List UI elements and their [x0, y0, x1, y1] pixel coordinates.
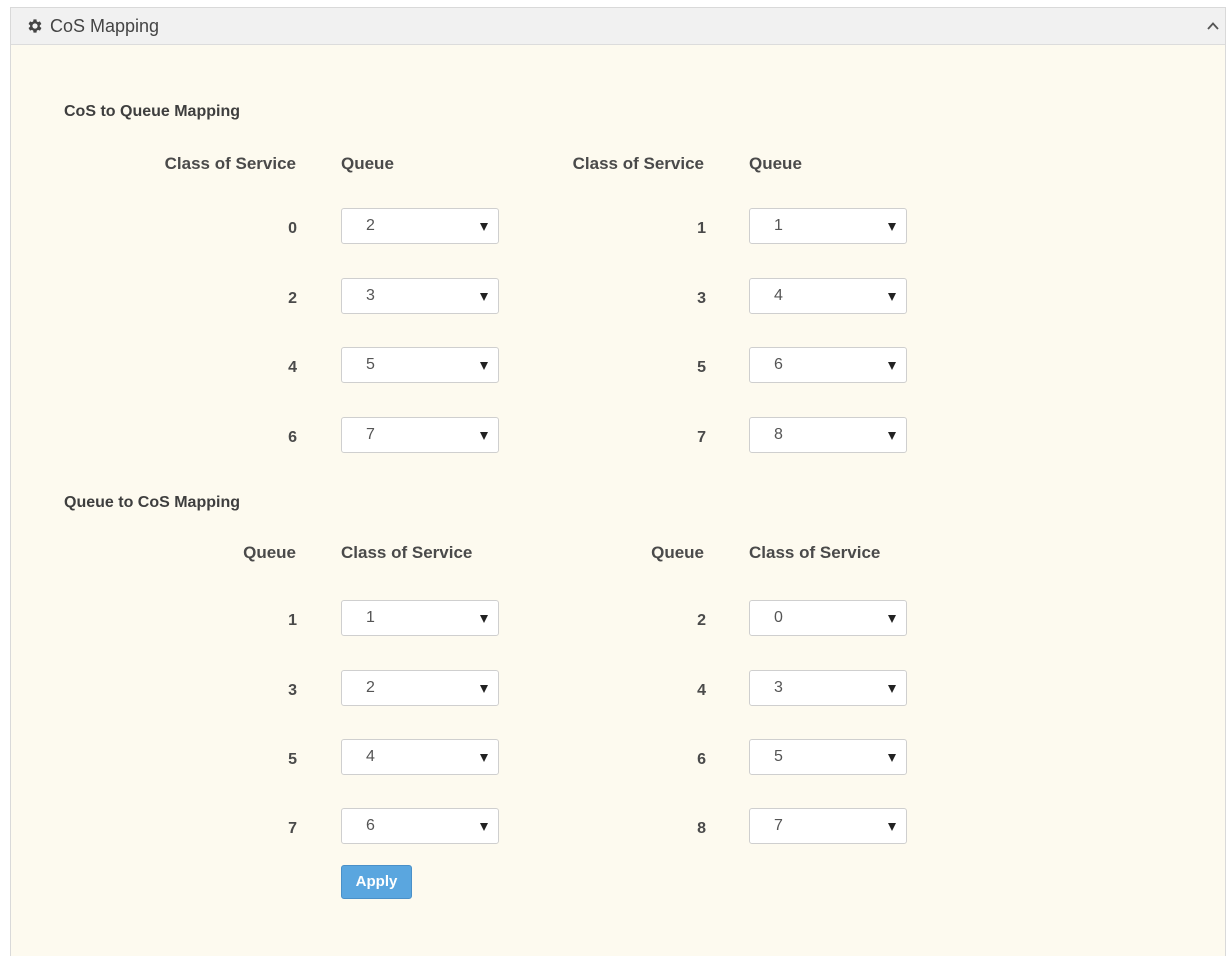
queue-label-2: 2 [697, 612, 706, 629]
select-value: 1 [774, 217, 783, 234]
queue-label-4: 4 [697, 682, 706, 699]
cos-mapping-panel: CoS Mapping CoS to Queue Mapping Class o… [10, 7, 1226, 956]
cos-label-7: 7 [697, 429, 706, 446]
select-value: 6 [774, 356, 783, 373]
queue-4-cos-select[interactable]: 3 [749, 670, 907, 706]
cos-to-queue-title: CoS to Queue Mapping [64, 103, 240, 120]
queue-to-cos-header-left-value: Class of Service [341, 543, 473, 562]
select-value: 4 [774, 287, 783, 304]
dropdown-arrow-icon [888, 685, 896, 693]
dropdown-arrow-icon [480, 293, 488, 301]
cos-to-queue-header-right-value: Queue [749, 154, 802, 173]
queue-to-cos-header-right-label: Queue [651, 543, 704, 562]
cos-7-queue-select[interactable]: 8 [749, 417, 907, 453]
panel-title: CoS Mapping [50, 16, 160, 36]
dropdown-arrow-icon [888, 754, 896, 762]
select-value: 0 [774, 609, 783, 626]
select-value: 7 [774, 817, 783, 834]
cos-6-queue-select[interactable]: 7 [341, 417, 499, 453]
dropdown-arrow-icon [888, 615, 896, 623]
cos-1-queue-select[interactable]: 1 [749, 208, 907, 244]
cos-label-2: 2 [288, 290, 297, 307]
cos-label-6: 6 [288, 429, 297, 446]
select-value: 3 [366, 287, 375, 304]
queue-label-3: 3 [288, 682, 297, 699]
dropdown-arrow-icon [480, 362, 488, 370]
queue-3-cos-select[interactable]: 2 [341, 670, 499, 706]
dropdown-arrow-icon [888, 432, 896, 440]
queue-7-cos-select[interactable]: 6 [341, 808, 499, 844]
panel-header[interactable]: CoS Mapping [11, 8, 1225, 45]
dropdown-arrow-icon [480, 432, 488, 440]
dropdown-arrow-icon [480, 754, 488, 762]
queue-label-5: 5 [288, 751, 297, 768]
dropdown-arrow-icon [480, 615, 488, 623]
queue-to-cos-header-left-label: Queue [243, 543, 296, 562]
cos-label-3: 3 [697, 290, 706, 307]
queue-5-cos-select[interactable]: 4 [341, 739, 499, 775]
queue-label-8: 8 [697, 820, 706, 837]
queue-6-cos-select[interactable]: 5 [749, 739, 907, 775]
queue-to-cos-title: Queue to CoS Mapping [64, 494, 240, 511]
select-value: 2 [366, 679, 375, 696]
apply-button[interactable]: Apply [341, 865, 412, 899]
queue-2-cos-select[interactable]: 0 [749, 600, 907, 636]
cos-2-queue-select[interactable]: 3 [341, 278, 499, 314]
select-value: 2 [366, 217, 375, 234]
cos-to-queue-header-left-label: Class of Service [164, 154, 296, 173]
cos-label-5: 5 [697, 359, 706, 376]
cos-5-queue-select[interactable]: 6 [749, 347, 907, 383]
dropdown-arrow-icon [480, 685, 488, 693]
queue-to-cos-header-right-value: Class of Service [749, 543, 881, 562]
select-value: 4 [366, 748, 375, 765]
dropdown-arrow-icon [888, 223, 896, 231]
cos-to-queue-header-left-value: Queue [341, 154, 394, 173]
dropdown-arrow-icon [480, 223, 488, 231]
chevron-up-icon[interactable] [1205, 18, 1221, 34]
cos-label-0: 0 [288, 220, 297, 237]
dropdown-arrow-icon [480, 823, 488, 831]
dropdown-arrow-icon [888, 293, 896, 301]
cos-0-queue-select[interactable]: 2 [341, 208, 499, 244]
cos-3-queue-select[interactable]: 4 [749, 278, 907, 314]
select-value: 5 [366, 356, 375, 373]
select-value: 6 [366, 817, 375, 834]
queue-label-1: 1 [288, 612, 297, 629]
gear-icon [28, 19, 42, 33]
cos-label-4: 4 [288, 359, 297, 376]
cos-4-queue-select[interactable]: 5 [341, 347, 499, 383]
cos-to-queue-header-right-label: Class of Service [572, 154, 704, 173]
queue-8-cos-select[interactable]: 7 [749, 808, 907, 844]
queue-1-cos-select[interactable]: 1 [341, 600, 499, 636]
dropdown-arrow-icon [888, 823, 896, 831]
select-value: 1 [366, 609, 375, 626]
select-value: 7 [366, 426, 375, 443]
cos-label-1: 1 [697, 220, 706, 237]
queue-label-7: 7 [288, 820, 297, 837]
select-value: 3 [774, 679, 783, 696]
queue-label-6: 6 [697, 751, 706, 768]
select-value: 5 [774, 748, 783, 765]
dropdown-arrow-icon [888, 362, 896, 370]
select-value: 8 [774, 426, 783, 443]
